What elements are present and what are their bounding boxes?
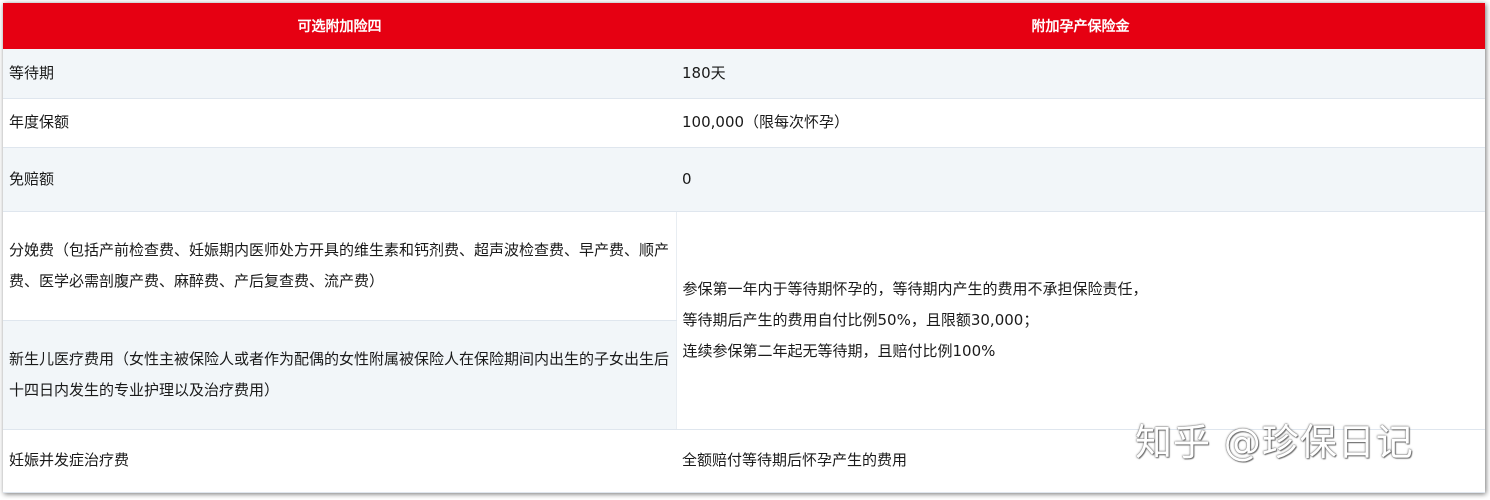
row-label-pregnancy-complications: 妊娠并发症治疗费: [3, 429, 676, 493]
maternity-terms-line: 等待期后产生的费用自付比例50%，且限额30,000；: [682, 310, 1039, 329]
table-row: 年度保额 100,000（限每次怀孕）: [3, 98, 1485, 148]
table-row: 免赔额 0: [3, 147, 1485, 212]
header-rider-benefit: 附加孕产保险金: [676, 3, 1485, 49]
row-label-deductible: 免赔额: [3, 147, 676, 212]
table-header-row: 可选附加险四 附加孕产保险金: [3, 3, 1485, 49]
row-value-annual-coverage: 100,000（限每次怀孕）: [676, 98, 1485, 148]
row-value-maternity-terms: 参保第一年内于等待期怀孕的，等待期内产生的费用不承担保险责任， 等待期后产生的费…: [675, 211, 1485, 430]
maternity-terms-line: 连续参保第二年起无等待期，且赔付比例100%: [682, 341, 996, 360]
zhihu-watermark: 知乎 @珍保日记: [1135, 421, 1414, 464]
row-value-waiting-period: 180天: [676, 49, 1485, 99]
row-label-annual-coverage: 年度保额: [3, 98, 676, 148]
row-label-newborn-medical: 新生儿医疗费用（女性主被保险人或者作为配偶的女性附属被保险人在保险期间内出生的子…: [3, 320, 676, 430]
row-label-waiting-period: 等待期: [3, 49, 676, 99]
row-value-deductible: 0: [676, 147, 1485, 212]
row-label-delivery-fees: 分娩费（包括产前检查费、妊娠期内医师处方开具的维生素和钙剂费、超声波检查费、早产…: [3, 211, 676, 321]
maternity-terms-line: 参保第一年内于等待期怀孕的，等待期内产生的费用不承担保险责任，: [682, 279, 1148, 298]
header-rider-name: 可选附加险四: [3, 3, 676, 49]
table-row: 分娩费（包括产前检查费、妊娠期内医师处方开具的维生素和钙剂费、超声波检查费、早产…: [3, 211, 1485, 430]
table-row: 等待期 180天: [3, 49, 1485, 99]
